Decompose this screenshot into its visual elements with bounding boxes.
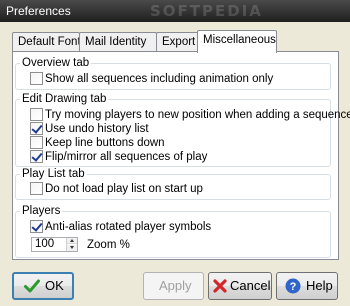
tab-miscellaneous[interactable]: Miscellaneous xyxy=(197,30,277,53)
ok-button[interactable]: OK xyxy=(12,272,74,300)
help-label: Help xyxy=(306,278,333,293)
show-all-sequences-label: Show all sequences including animation o… xyxy=(45,73,274,85)
x-icon xyxy=(213,279,227,293)
svg-text:?: ? xyxy=(290,281,297,293)
cancel-label: Cancel xyxy=(230,278,271,293)
check-icon xyxy=(24,279,40,293)
zoom-spinner xyxy=(66,238,77,251)
anti-alias-label: Anti-alias rotated player symbols xyxy=(45,221,212,233)
zoom-spinbox[interactable]: 100 xyxy=(31,237,78,252)
ok-label: OK xyxy=(45,278,64,293)
tab-export[interactable]: Export xyxy=(156,32,199,52)
use-undo-history-box[interactable] xyxy=(30,122,43,135)
question-icon: ? xyxy=(285,278,301,294)
do-not-load-play-list-box[interactable] xyxy=(30,182,43,195)
zoom-up-arrow-icon[interactable] xyxy=(67,238,77,244)
cancel-button[interactable]: Cancel xyxy=(208,272,272,300)
flip-mirror-label: Flip/mirror all sequences of play xyxy=(45,151,208,163)
play-list-group-title: Play List tab xyxy=(20,167,87,181)
anti-alias-box[interactable] xyxy=(30,220,43,233)
edit-drawing-group-title: Edit Drawing tab xyxy=(20,92,109,106)
zoom-down-arrow-icon[interactable] xyxy=(67,245,77,251)
try-moving-players-label: Try moving players to new position when … xyxy=(45,109,350,121)
flip-mirror-box[interactable] xyxy=(30,150,43,163)
apply-label: Apply xyxy=(159,278,192,293)
softpedia-watermark: SOFTPEDIA xyxy=(150,2,263,20)
do-not-load-play-list-label: Do not load play list on start up xyxy=(45,183,203,195)
zoom-value[interactable]: 100 xyxy=(35,238,54,251)
overview-group-title: Overview tab xyxy=(20,56,92,70)
keep-line-buttons-box[interactable] xyxy=(30,136,43,149)
try-moving-players-box[interactable] xyxy=(30,108,43,121)
zoom-label: Zoom % xyxy=(87,239,130,251)
players-group-title: Players xyxy=(20,204,63,218)
tab-mail-identity[interactable]: Mail Identity xyxy=(79,32,157,52)
keep-line-buttons-label: Keep line buttons down xyxy=(45,137,165,149)
window-title: Preferences xyxy=(6,4,71,18)
show-all-sequences-box[interactable] xyxy=(30,72,43,85)
use-undo-history-label: Use undo history list xyxy=(45,123,149,135)
help-button[interactable]: ? Help xyxy=(276,272,338,300)
apply-button[interactable]: Apply xyxy=(143,272,204,300)
tab-default-font[interactable]: Default Font xyxy=(12,32,81,52)
